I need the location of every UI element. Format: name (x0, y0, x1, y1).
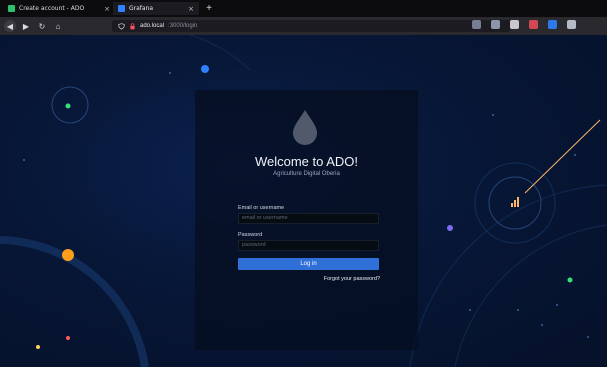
extension-blue-icon[interactable] (548, 20, 557, 29)
login-subtitle: Agriculture Digital Oberia (273, 171, 340, 177)
tab-grafana[interactable]: Grafana × (113, 2, 199, 15)
extension-icon[interactable] (510, 20, 519, 29)
back-button[interactable]: ◀ (4, 20, 16, 32)
address-bar[interactable]: ado.local :3000/login (112, 20, 510, 32)
menu-icon[interactable] (567, 20, 576, 29)
lock-icon (130, 22, 135, 29)
close-icon[interactable]: × (104, 5, 110, 13)
tab-title: Create account - ADO (19, 5, 85, 12)
blue-square-icon (118, 5, 125, 12)
screenshot: Create account - ADO × Grafana × + ◀ ▶ ↻… (0, 0, 607, 367)
email-label: Email or username (238, 205, 285, 211)
url-path: :3000/login (168, 23, 198, 29)
tab-title: Grafana (129, 5, 154, 12)
login-title: Welcome to ADO! (254, 154, 359, 169)
new-tab-button[interactable]: + (203, 2, 215, 14)
tab-strip: Create account - ADO × Grafana × + (0, 0, 607, 17)
toolbar-icons (472, 20, 576, 29)
forward-button[interactable]: ▶ (20, 20, 32, 32)
login-page: Welcome to ADO! Agriculture Digital Ober… (0, 35, 607, 367)
shield-icon (118, 22, 125, 30)
email-field[interactable]: email or username (238, 213, 379, 224)
password-label: Password (238, 232, 263, 238)
water-drop-logo-icon (293, 110, 317, 145)
password-field[interactable]: password (238, 240, 379, 251)
tab-create-account[interactable]: Create account - ADO × (3, 2, 115, 15)
login-button[interactable]: Log in (238, 258, 379, 270)
extension-red-icon[interactable] (529, 20, 538, 29)
close-icon[interactable]: × (188, 5, 194, 13)
home-button[interactable]: ⌂ (52, 20, 64, 32)
reload-button[interactable]: ↻ (36, 20, 48, 32)
forgot-password-link[interactable]: Forgot your password? (320, 276, 380, 282)
navigation-bar: ◀ ▶ ↻ ⌂ ado.local :3000/login (0, 17, 607, 35)
green-square-icon (8, 5, 15, 12)
url-host: ado.local (140, 23, 165, 29)
sidebar-icon[interactable] (491, 20, 500, 29)
login-panel: Welcome to ADO! Agriculture Digital Ober… (195, 90, 418, 350)
library-icon[interactable] (472, 20, 481, 29)
